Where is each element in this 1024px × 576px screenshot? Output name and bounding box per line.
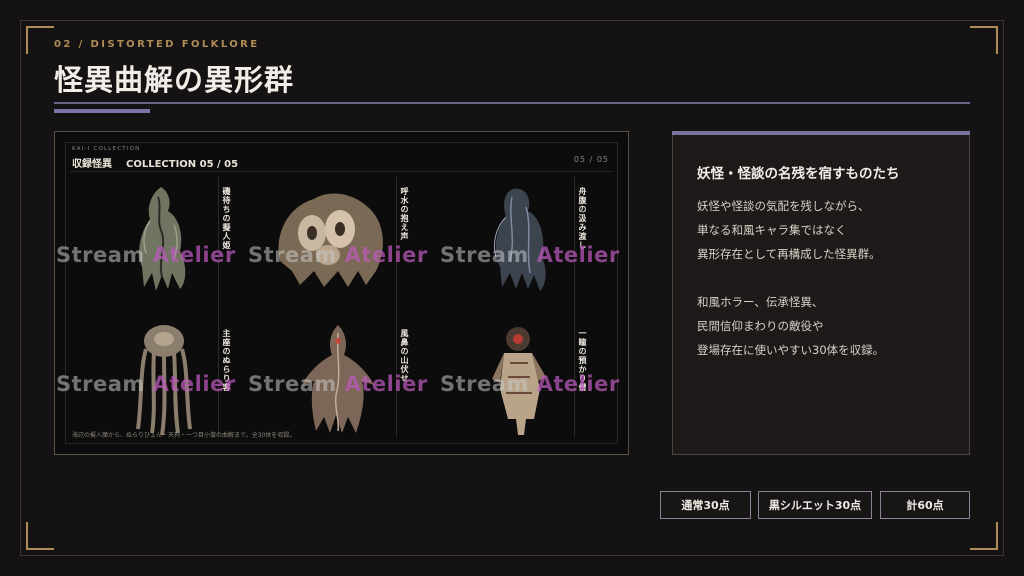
card-line: 民間信仰まわりの敵役や bbox=[697, 319, 824, 333]
creature-figure-4[interactable] bbox=[112, 319, 216, 437]
creature-label-2: 呼水の抱え声 bbox=[400, 187, 409, 241]
page-title: 怪異曲解の異形群 bbox=[54, 63, 295, 97]
creature-label-4: 主座のぬらり客 bbox=[222, 329, 231, 392]
card-body: 妖怪や怪談の気配を残しながら、 単なる和風キャラ集ではなく 異形存在として再構成… bbox=[697, 194, 884, 362]
card-line: 異形存在として再構成した怪異群。 bbox=[697, 247, 881, 261]
card-line: 和風ホラー、伝承怪異、 bbox=[697, 295, 824, 309]
tag-total-count[interactable]: 計60点 bbox=[880, 491, 970, 519]
card-line: 妖怪や怪談の気配を残しながら、 bbox=[697, 199, 870, 213]
creature-illustration bbox=[139, 187, 186, 291]
card-heading: 妖怪・怪談の名残を宿すものたち bbox=[697, 166, 900, 182]
gallery-inner-frame: KAI-I COLLECTION 収録怪異 COLLECTION 05 / 05 … bbox=[56, 142, 619, 444]
creature-illustration bbox=[302, 325, 374, 433]
creature-illustration bbox=[278, 193, 383, 287]
gallery-heading: 収録怪異 COLLECTION 05 / 05 bbox=[72, 155, 238, 170]
creature-label-1: 磯待ちの擬人姫 bbox=[222, 187, 231, 250]
creature-illustration bbox=[492, 327, 546, 435]
column-divider bbox=[574, 177, 575, 437]
corner-ornament-top-right bbox=[970, 26, 998, 54]
creature-figure-2[interactable] bbox=[266, 177, 392, 295]
creature-figure-3[interactable] bbox=[466, 177, 570, 295]
gallery-header-line bbox=[70, 171, 613, 172]
gallery-subheading: COLLECTION 05 / 05 bbox=[126, 159, 239, 170]
column-divider bbox=[218, 177, 219, 437]
gallery-small-label: KAI-I COLLECTION bbox=[72, 146, 141, 152]
collection-gallery: KAI-I COLLECTION 収録怪異 COLLECTION 05 / 05 … bbox=[54, 131, 629, 455]
title-rule bbox=[54, 102, 970, 104]
corner-ornament-top-left bbox=[26, 26, 54, 54]
creature-illustration bbox=[136, 325, 192, 436]
creature-label-6: 一瞳の預かり僧 bbox=[578, 329, 587, 392]
section-kicker: 02 / DISTORTED FOLKLORE bbox=[54, 39, 260, 50]
card-line: 登場存在に使いやすい30体を収録。 bbox=[697, 343, 885, 357]
creature-illustration bbox=[493, 188, 546, 291]
creature-figure-6[interactable] bbox=[470, 319, 570, 437]
gallery-page-indicator: 05 / 05 bbox=[573, 155, 609, 164]
description-card: 妖怪・怪談の名残を宿すものたち 妖怪や怪談の気配を残しながら、 単なる和風キャラ… bbox=[672, 131, 970, 455]
gallery-footer-caption: 海辺の擬人魔から、ぬらりひょん・天狗・一つ目小僧の曲解まで。全30体を収録。 bbox=[72, 432, 296, 439]
card-accent-bar bbox=[672, 131, 970, 135]
card-line: 単なる和風キャラ集ではなく bbox=[697, 223, 847, 237]
corner-ornament-bottom-right bbox=[970, 522, 998, 550]
gallery-heading-ja: 収録怪異 bbox=[72, 159, 112, 170]
creature-figure-1[interactable] bbox=[106, 177, 216, 295]
creature-figure-5[interactable] bbox=[284, 319, 392, 437]
creature-label-5: 風鼻の山伏せ bbox=[400, 329, 409, 383]
corner-ornament-bottom-left bbox=[26, 522, 54, 550]
title-accent-rule bbox=[54, 109, 150, 113]
column-divider bbox=[396, 177, 397, 437]
tag-normal-count[interactable]: 通常30点 bbox=[660, 491, 751, 519]
tag-silhouette-count[interactable]: 黒シルエット30点 bbox=[758, 491, 872, 519]
creature-label-3: 舟腹の汲み渡し bbox=[578, 187, 587, 250]
